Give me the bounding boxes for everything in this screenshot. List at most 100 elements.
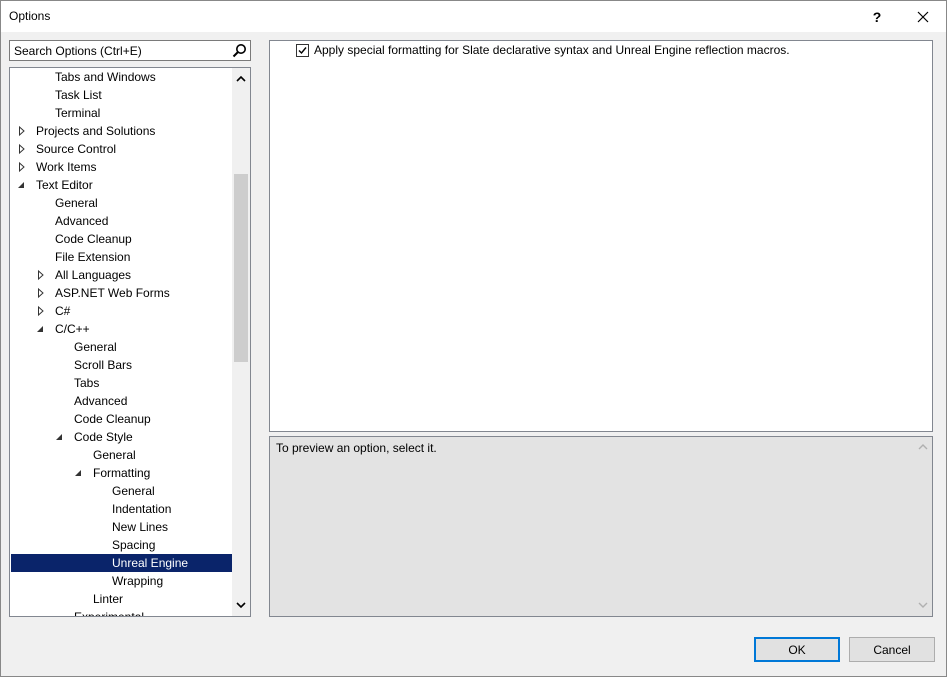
scroll-down-button[interactable]	[232, 597, 250, 614]
tree-item-label: General	[112, 484, 155, 498]
tree-item[interactable]: C#	[11, 302, 232, 320]
tree-list: Tabs and Windows Task List Terminal Project…	[10, 68, 232, 616]
tree-item-label: Experimental	[74, 608, 144, 616]
scroll-up-button[interactable]	[232, 70, 250, 87]
tree-item-label: Advanced	[74, 394, 128, 408]
tree-item[interactable]: Spacing	[11, 536, 232, 554]
scroll-thumb[interactable]	[234, 174, 248, 362]
expanded-arrow-icon[interactable]	[55, 428, 65, 446]
tree-item-label: File Extension	[55, 250, 131, 264]
expanded-arrow-icon[interactable]	[17, 176, 27, 194]
tree-item-label: Indentation	[112, 502, 172, 516]
tree-item[interactable]: Wrapping	[11, 572, 232, 590]
tree-item-label: Code Style	[74, 430, 133, 444]
close-icon	[917, 11, 929, 22]
tree-item[interactable]: Code Cleanup	[11, 410, 232, 428]
search-box[interactable]	[9, 40, 251, 61]
collapsed-arrow-icon[interactable]	[36, 302, 46, 320]
options-tree: Tabs and Windows Task List Terminal Project…	[9, 67, 251, 617]
tree-item[interactable]: General	[11, 446, 232, 464]
tree-item-label: C#	[55, 304, 71, 318]
options-panel: Apply special formatting for Slate decla…	[269, 40, 933, 432]
tree-item[interactable]: Advanced	[11, 212, 232, 230]
preview-text: To preview an option, select it.	[276, 441, 437, 455]
search-icon[interactable]	[232, 43, 247, 58]
tree-item[interactable]: New Lines	[11, 518, 232, 536]
search-input[interactable]	[10, 41, 230, 60]
preview-scrollbar[interactable]	[914, 437, 932, 616]
tree-item-label: Text Editor	[36, 178, 93, 192]
tree-item-label: Tabs	[74, 376, 100, 390]
tree-item[interactable]: General	[11, 194, 232, 212]
options-dialog: Options ? Tabs and Windows Task List Termi…	[0, 0, 947, 677]
unreal-formatting-checkbox[interactable]	[296, 44, 309, 57]
tree-item-label: Code Cleanup	[55, 232, 132, 246]
tree-item-label: Formatting	[93, 466, 151, 480]
tree-item-label: All Languages	[55, 268, 132, 282]
chevron-down-icon	[236, 602, 246, 609]
tree-item-label: New Lines	[112, 520, 169, 534]
tree-item-label: General	[74, 340, 117, 354]
tree-item[interactable]: Scroll Bars	[11, 356, 232, 374]
window-title: Options	[9, 9, 51, 23]
tree-item-label: General	[93, 448, 136, 462]
tree-item[interactable]: ASP.NET Web Forms	[11, 284, 232, 302]
tree-item[interactable]: General	[11, 338, 232, 356]
tree-item[interactable]: All Languages	[11, 266, 232, 284]
tree-item-label: Code Cleanup	[74, 412, 151, 426]
tree-item[interactable]: Experimental	[11, 608, 232, 616]
tree-item-label: Unreal Engine	[112, 556, 189, 570]
tree-item[interactable]: Code Cleanup	[11, 230, 232, 248]
title-bar: Options ?	[1, 1, 946, 32]
tree-item[interactable]: C/C++	[11, 320, 232, 338]
tree-item-label: Linter	[93, 592, 124, 606]
tree-item[interactable]: Indentation	[11, 500, 232, 518]
cancel-button[interactable]: Cancel	[849, 637, 935, 662]
help-button[interactable]: ?	[854, 1, 900, 32]
tree-item[interactable]: Source Control	[11, 140, 232, 158]
tree-item[interactable]: Unreal Engine	[11, 554, 232, 572]
collapsed-arrow-icon[interactable]	[17, 122, 27, 140]
tree-scrollbar[interactable]	[232, 68, 250, 616]
tree-item[interactable]: Projects and Solutions	[11, 122, 232, 140]
tree-item-label: Work Items	[36, 160, 97, 174]
chevron-down-icon[interactable]	[918, 602, 928, 609]
tree-item[interactable]: Work Items	[11, 158, 232, 176]
tree-item[interactable]: Terminal	[11, 104, 232, 122]
chevron-up-icon	[236, 75, 246, 82]
tree-item[interactable]: Task List	[11, 86, 232, 104]
tree-item[interactable]: Text Editor	[11, 176, 232, 194]
tree-item[interactable]: File Extension	[11, 248, 232, 266]
tree-item-label: General	[55, 196, 98, 210]
collapsed-arrow-icon[interactable]	[36, 284, 46, 302]
collapsed-arrow-icon[interactable]	[17, 140, 27, 158]
tree-item-label: Tabs and Windows	[55, 70, 156, 84]
ok-button[interactable]: OK	[754, 637, 840, 662]
tree-item[interactable]: Tabs	[11, 374, 232, 392]
tree-item-label: Wrapping	[112, 574, 164, 588]
tree-item[interactable]: Tabs and Windows	[11, 68, 232, 86]
collapsed-arrow-icon[interactable]	[17, 158, 27, 176]
tree-item-label: Scroll Bars	[74, 358, 133, 372]
tree-item-label: Task List	[55, 88, 102, 102]
tree-item[interactable]: Linter	[11, 590, 232, 608]
preview-panel: To preview an option, select it.	[269, 436, 933, 617]
chevron-up-icon[interactable]	[918, 443, 928, 450]
tree-item-label: Spacing	[112, 538, 156, 552]
unreal-formatting-label[interactable]: Apply special formatting for Slate decla…	[314, 43, 790, 57]
close-button[interactable]	[900, 1, 946, 32]
tree-item-label: Terminal	[55, 106, 101, 120]
tree-item-label: C/C++	[55, 322, 90, 336]
tree-item-label: Source Control	[36, 142, 117, 156]
tree-item-label: ASP.NET Web Forms	[55, 286, 170, 300]
tree-item[interactable]: Formatting	[11, 464, 232, 482]
expanded-arrow-icon[interactable]	[74, 464, 84, 482]
checkmark-icon	[298, 47, 307, 55]
tree-item-label: Projects and Solutions	[36, 124, 156, 138]
tree-item[interactable]: General	[11, 482, 232, 500]
collapsed-arrow-icon[interactable]	[36, 266, 46, 284]
tree-item[interactable]: Code Style	[11, 428, 232, 446]
tree-item[interactable]: Advanced	[11, 392, 232, 410]
tree-item-label: Advanced	[55, 214, 109, 228]
expanded-arrow-icon[interactable]	[36, 320, 46, 338]
